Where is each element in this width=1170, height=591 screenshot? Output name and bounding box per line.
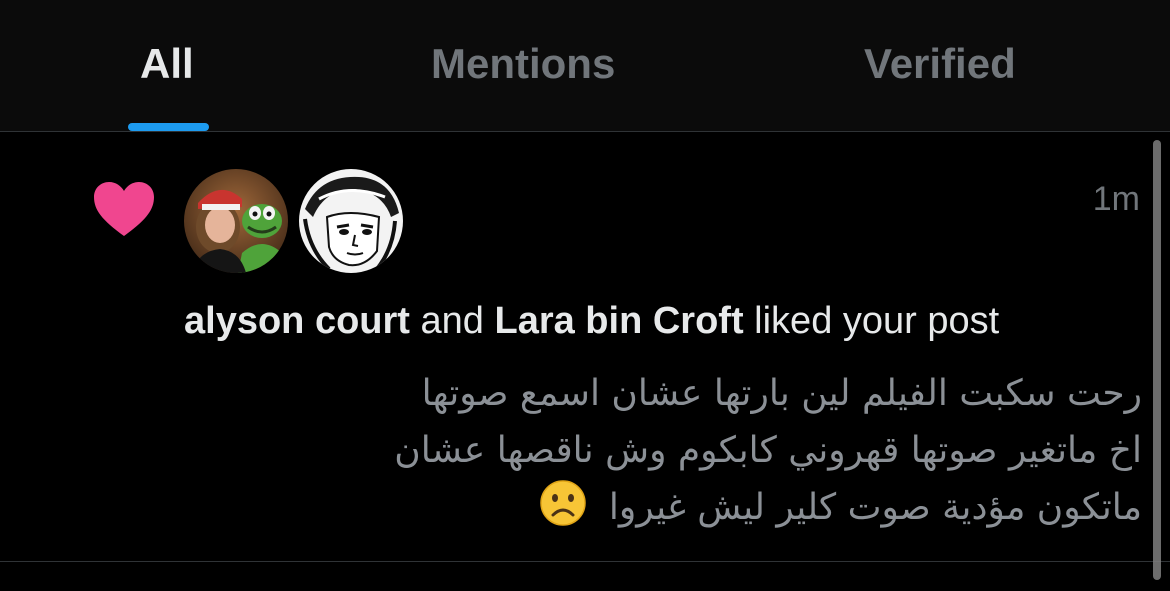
notifications-tab-bar: All Mentions Verified [0,0,1170,132]
tab-all[interactable]: All [140,40,194,88]
tab-mentions[interactable]: Mentions [431,40,615,88]
avatar-lara-bin-croft[interactable] [299,169,403,273]
active-tab-indicator [128,123,209,131]
scrollbar[interactable] [1153,140,1161,580]
post-line-2: اخ ماتغير صوتها قهروني كابكوم وش ناقصها … [394,430,1142,471]
action-text: liked your post [754,300,1000,342]
frowning-face-icon [540,480,587,526]
heart-icon [94,182,154,236]
user-name-2[interactable]: Lara bin Croft [494,300,743,342]
post-line-1: رحت سكبت الفيلم لين بارتها عشان اسمع صوت… [421,373,1142,414]
notification-divider [0,561,1170,562]
connector-text: and [420,300,484,342]
tab-verified[interactable]: Verified [864,40,1016,88]
avatar-sketch-icon [299,169,403,273]
user-name-1[interactable]: alyson court [184,300,410,342]
notification-headline: alyson court and Lara bin Croft liked yo… [184,300,1144,343]
post-line-3: ماتكون مؤدية صوت كلير ليش غيروا [262,479,1142,536]
notification-timestamp: 1m [1092,180,1140,218]
avatar-alyson-court[interactable] [184,169,288,273]
liked-post-text[interactable]: رحت سكبت الفيلم لين بارتها عشان اسمع صوت… [262,365,1142,536]
avatar-photo-icon [184,169,288,273]
